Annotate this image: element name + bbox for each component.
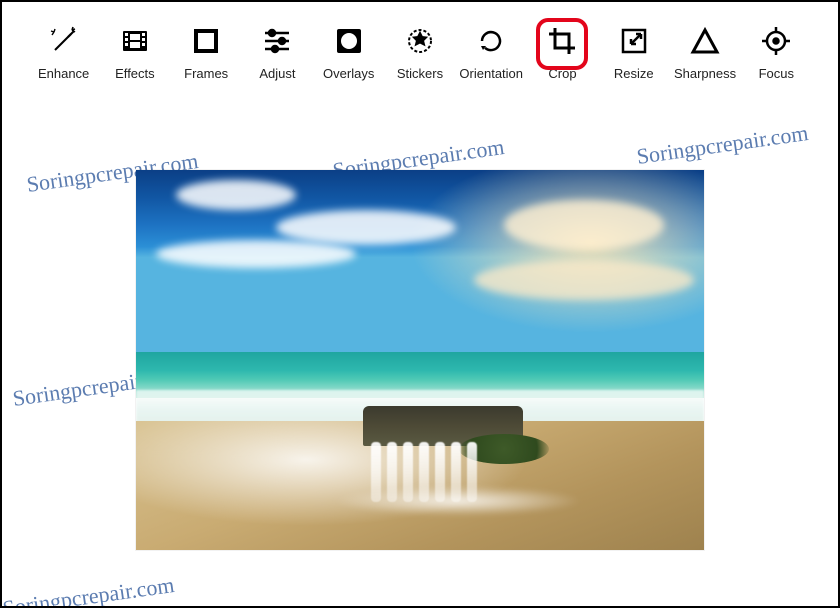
tool-label: Frames [184, 66, 228, 81]
magic-wand-icon [47, 24, 81, 58]
target-icon [759, 24, 793, 58]
rotate-icon [474, 24, 508, 58]
tool-effects[interactable]: Effects [99, 24, 170, 81]
vignette-icon [332, 24, 366, 58]
sticker-icon [403, 24, 437, 58]
tool-focus[interactable]: Focus [741, 24, 812, 81]
tool-stickers[interactable]: Stickers [384, 24, 455, 81]
tool-label: Overlays [323, 66, 374, 81]
toolbar: Enhance Effects Frames [2, 2, 838, 89]
photo-preview[interactable] [136, 170, 704, 550]
tool-enhance[interactable]: Enhance [28, 24, 99, 81]
tool-label: Enhance [38, 66, 89, 81]
tool-label: Crop [548, 66, 576, 81]
frame-icon [189, 24, 223, 58]
tool-label: Stickers [397, 66, 443, 81]
canvas-area [2, 110, 838, 606]
tool-resize[interactable]: Resize [598, 24, 669, 81]
app-window: Enhance Effects Frames [0, 0, 840, 608]
tool-label: Resize [614, 66, 654, 81]
sliders-icon [260, 24, 294, 58]
tool-sharpness[interactable]: Sharpness [669, 24, 740, 81]
tool-frames[interactable]: Frames [171, 24, 242, 81]
triangle-icon [688, 24, 722, 58]
photo-rock-falls [363, 406, 523, 516]
filmstrip-icon [118, 24, 152, 58]
tool-label: Focus [759, 66, 794, 81]
tool-orientation[interactable]: Orientation [456, 24, 527, 81]
tool-label: Sharpness [674, 66, 736, 81]
tool-label: Adjust [259, 66, 295, 81]
tool-label: Effects [115, 66, 155, 81]
resize-icon [617, 24, 651, 58]
tool-crop[interactable]: Crop [527, 24, 598, 81]
tool-overlays[interactable]: Overlays [313, 24, 384, 81]
crop-icon [545, 24, 579, 58]
tool-label: Orientation [459, 66, 523, 81]
tool-adjust[interactable]: Adjust [242, 24, 313, 81]
photo-sky [136, 170, 704, 352]
